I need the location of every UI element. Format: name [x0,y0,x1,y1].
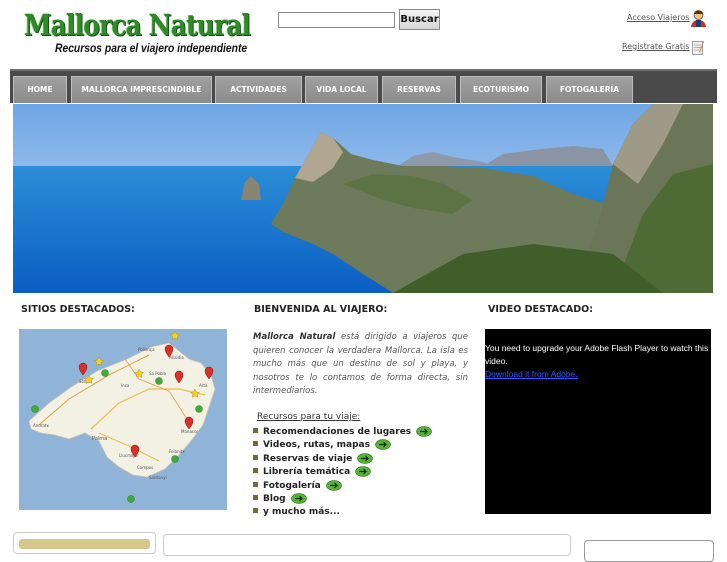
map-label-arta: Artà [199,383,208,388]
resource-label: y mucho más... [263,507,340,517]
bullet [253,495,258,500]
map-label-campos: Campos [137,465,153,470]
search-button[interactable]: Buscar [399,9,440,30]
arrow-go-icon[interactable] [325,480,342,491]
arrow-go-icon[interactable] [290,493,307,504]
logo-title: Mallorca Natural [24,8,251,42]
user-icon[interactable] [690,9,707,27]
register-free-link[interactable]: Registrate Gratis [622,42,689,51]
nav-actividades[interactable]: ACTIVIDADES [215,76,302,103]
logo-subtitle: Recursos para el viajero independiente [55,41,248,55]
bottom-panel-center [163,534,571,556]
map-label-andratx: Andratx [33,423,49,428]
access-travelers-link[interactable]: Acceso Viajeros [627,13,689,22]
nav-home[interactable]: HOME [13,76,67,103]
resource-item-mas[interactable]: y mucho más... [253,507,340,517]
resource-item-blog[interactable]: Blog [253,493,307,504]
bullet [253,441,258,446]
arrow-go-icon[interactable] [416,426,432,437]
bullet [253,508,258,513]
welcome-heading: BIENVENIDA AL VIAJERO: [254,304,388,315]
download-adobe-link[interactable]: Download it from Adobe. [485,369,578,379]
resources-heading: Recursos para tu viaje: [257,412,361,422]
welcome-brand: Mallorca Natural [253,332,336,342]
banner-landscape-image [13,104,713,293]
resource-label: Recomendaciones de lugares [263,427,412,437]
arrow-go-icon[interactable] [355,466,371,477]
search-input[interactable] [278,12,395,28]
bottom-panel-left-header [19,539,150,549]
arrow-go-icon[interactable] [357,453,374,464]
map-label-santanyi: Santanyí [149,475,167,480]
map-label-palma: Palma [92,436,107,442]
resource-label: Reservas de viaje [263,454,353,464]
map-label-inca: Inca [121,383,130,388]
resource-item-videos[interactable]: Videos, rutas, mapas [253,439,391,450]
resource-item-reservas[interactable]: Reservas de viaje [253,453,374,464]
video-player[interactable]: You need to upgrade your Adobe Flash Pla… [485,329,711,514]
nav-vida-local[interactable]: VIDA LOCAL [305,76,378,103]
resource-label: Blog [263,494,286,504]
resource-label: Videos, rutas, mapas [263,440,370,450]
resource-item-libreria[interactable]: Librería temática [253,466,371,477]
bullet [253,428,258,433]
main-navigation: HOME MALLORCA IMPRESCINDIBLE ACTIVIDADES… [10,69,717,103]
nav-ecoturismo[interactable]: ECOTURISMO [460,76,542,103]
bullet [253,482,258,487]
featured-sites-heading: SITIOS DESTACADOS: [21,304,135,315]
flash-upgrade-message: You need to upgrade your Adobe Flash Pla… [485,343,709,366]
resource-item-fotogaleria[interactable]: Fotogalería [253,480,342,491]
bottom-panel-left [13,532,156,554]
nav-reservas[interactable]: RESERVAS [382,76,456,103]
map-label-manacor: Manacor [181,429,199,434]
resource-label: Fotogalería [263,481,321,491]
featured-video-heading: VIDEO DESTACADO: [488,304,594,315]
bottom-panel-right [584,540,714,562]
welcome-paragraph: Mallorca Natural está dirigido a viajero… [253,331,468,399]
site-logo[interactable]: Mallorca Natural Recursos para el viajer… [24,8,251,60]
map-label-pollenca: Pollença [138,347,155,352]
nav-mallorca-imprescindible[interactable]: MALLORCA IMPRESCINDIBLE [71,76,212,103]
bullet [253,468,258,473]
map-label-felanitx: Felanitx [169,449,185,454]
map-label-alcudia: Alcúdia [169,355,184,360]
nav-fotogaleria[interactable]: FOTOGALERÍA [546,76,633,103]
mallorca-map[interactable]: Palma Pollença Alcúdia Sóller Manacor Fe… [19,329,227,510]
bullet [253,455,258,460]
arrow-go-icon[interactable] [375,439,391,450]
resource-item-recomendaciones[interactable]: Recomendaciones de lugares [253,426,432,437]
map-label-sa-pobla: Sa Pobla [149,371,167,376]
form-icon[interactable] [692,40,704,55]
resource-label: Librería temática [263,467,351,477]
